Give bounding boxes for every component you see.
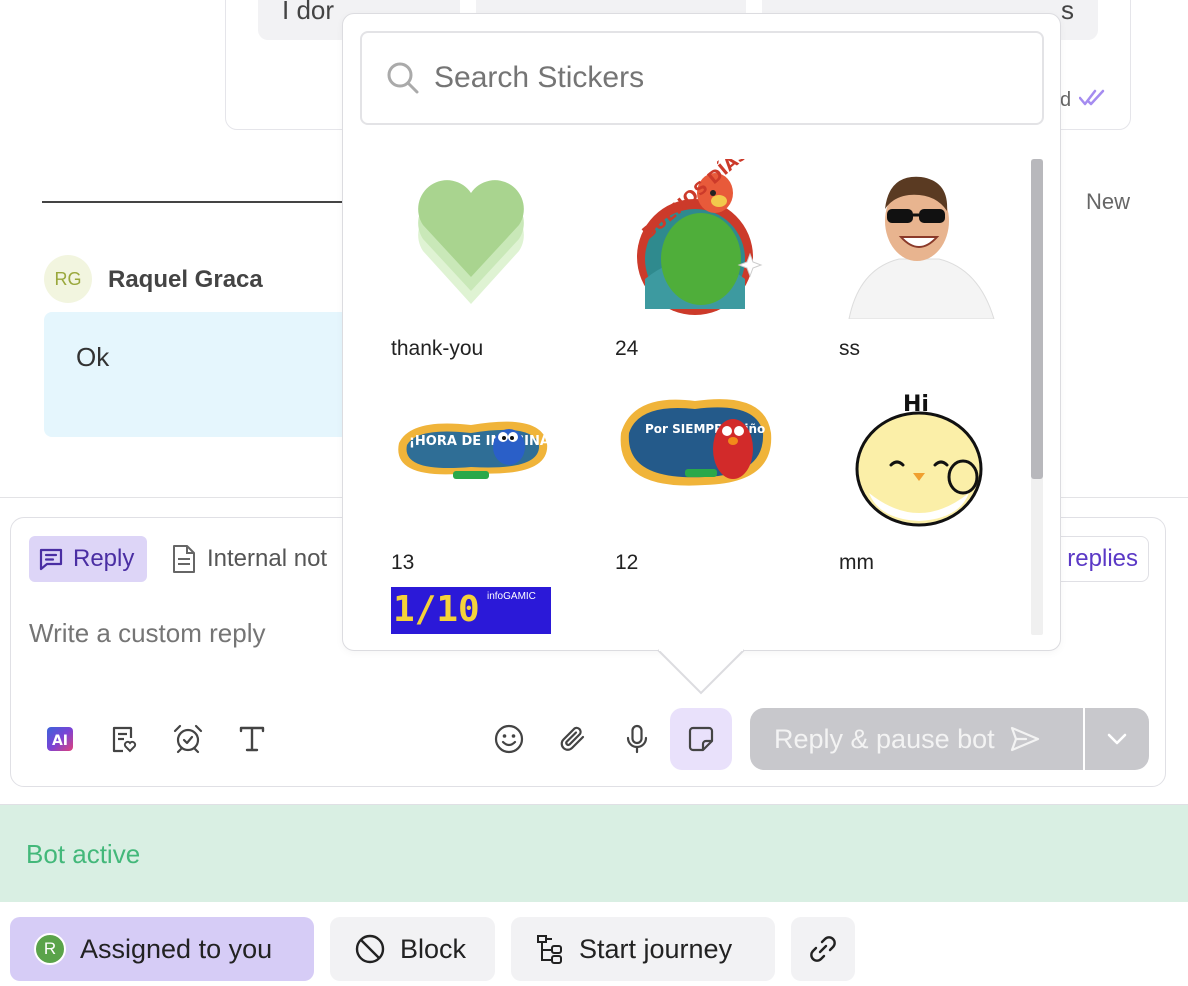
tab-reply-label: Reply bbox=[73, 545, 135, 572]
block-label: Block bbox=[400, 933, 467, 964]
avatar: R bbox=[34, 933, 66, 965]
saved-replies-button[interactable]: replies bbox=[1049, 536, 1149, 582]
sticker-label: 24 bbox=[615, 337, 639, 360]
sticker-art-text: 1/10 bbox=[393, 589, 480, 630]
sticker-label: mm bbox=[839, 551, 874, 574]
block-icon bbox=[355, 934, 385, 964]
tab-reply[interactable]: Reply bbox=[29, 536, 147, 582]
sticker-item-infogamic[interactable]: 1/10 infoGAMIC bbox=[391, 587, 561, 634]
hi-chick-sticker-icon: Hi bbox=[839, 373, 999, 533]
tab-internal-note-label: Internal not bbox=[207, 545, 328, 572]
copy-link-button[interactable] bbox=[791, 917, 855, 981]
block-button[interactable]: Block bbox=[330, 917, 495, 981]
sticker-item-24[interactable]: BUENOS DÍAS 24 bbox=[615, 159, 785, 360]
sticker-search-input[interactable] bbox=[434, 61, 994, 95]
sticker-label: ss bbox=[839, 337, 860, 360]
microphone-icon bbox=[626, 724, 648, 754]
attachment-icon bbox=[560, 726, 585, 751]
por-siempre-nino-sticker-icon: Por SIEMPRE niño bbox=[615, 373, 775, 533]
heart-sticker-icon bbox=[391, 159, 551, 319]
emoji-button[interactable] bbox=[478, 708, 540, 770]
saved-replies-label: replies bbox=[1067, 545, 1138, 572]
sender-name: Raquel Graca bbox=[108, 266, 263, 293]
message-text: Ok bbox=[76, 342, 110, 372]
signature-button[interactable] bbox=[93, 708, 155, 770]
text-format-button[interactable] bbox=[221, 708, 283, 770]
sticker-icon bbox=[688, 726, 714, 752]
ai-button[interactable]: AI bbox=[29, 708, 91, 770]
bot-status-text: Bot active bbox=[26, 839, 141, 869]
tab-internal-note[interactable]: Internal not bbox=[171, 536, 327, 582]
sunglasses-man-sticker-icon bbox=[839, 159, 999, 319]
sticker-item-ss[interactable]: ss bbox=[839, 159, 1009, 360]
new-messages-label: New bbox=[1086, 189, 1131, 214]
sticker-art-text: ¡HORA DE IMAGINAR! bbox=[409, 434, 551, 449]
attachment-button[interactable] bbox=[542, 708, 604, 770]
voice-button[interactable] bbox=[606, 708, 668, 770]
send-icon bbox=[1010, 726, 1039, 752]
send-options-button[interactable] bbox=[1085, 708, 1149, 770]
infogamic-sticker-icon: 1/10 infoGAMIC bbox=[391, 587, 551, 634]
read-status-text: d bbox=[1060, 89, 1072, 111]
sticker-label: thank-you bbox=[391, 337, 484, 360]
assigned-button[interactable]: R Assigned to you bbox=[10, 917, 314, 981]
start-journey-button[interactable]: Start journey bbox=[511, 917, 775, 981]
schedule-button[interactable] bbox=[157, 708, 219, 770]
ai-icon: AI bbox=[47, 727, 73, 751]
chat-bubble-icon bbox=[39, 548, 63, 571]
journey-flow-icon bbox=[537, 935, 562, 964]
chevron-down-icon bbox=[1107, 733, 1127, 745]
sticker-grid: thank-you BUENOS DÍAS 24 ss ¡HORA DE IMA… bbox=[391, 159, 1031, 634]
sticker-item-thank-you[interactable]: thank-you bbox=[391, 159, 561, 360]
bot-status-banner: Bot active bbox=[0, 804, 1188, 902]
sticker-search-box[interactable] bbox=[360, 31, 1044, 125]
assigned-label: Assigned to you bbox=[80, 933, 273, 964]
hora-de-imaginar-sticker-icon: ¡HORA DE IMAGINAR! bbox=[391, 373, 551, 533]
ai-icon-label: AI bbox=[52, 733, 68, 749]
sticker-scrollbar[interactable] bbox=[1031, 159, 1043, 635]
sticker-brand-text: infoGAMIC bbox=[487, 591, 536, 602]
start-journey-label: Start journey bbox=[579, 933, 733, 964]
sticker-picker-popover: thank-you BUENOS DÍAS 24 bbox=[342, 13, 1061, 651]
popover-pointer bbox=[657, 649, 745, 695]
signature-icon bbox=[112, 726, 137, 753]
link-icon bbox=[810, 936, 836, 962]
document-icon bbox=[173, 545, 195, 573]
sticker-label: 13 bbox=[391, 551, 415, 574]
avatar: RG bbox=[44, 255, 92, 303]
sticker-item-13[interactable]: ¡HORA DE IMAGINAR! 13 bbox=[391, 373, 561, 574]
double-check-icon bbox=[1079, 89, 1105, 106]
send-button-label: Reply & pause bot bbox=[774, 723, 995, 754]
message-bubble: Ok bbox=[44, 312, 364, 437]
emoji-icon bbox=[494, 724, 524, 754]
buenos-dias-sticker-icon: BUENOS DÍAS bbox=[615, 159, 775, 319]
sticker-item-12[interactable]: Por SIEMPRE niño 12 bbox=[615, 373, 785, 574]
sticker-item-mm[interactable]: Hi mm bbox=[839, 373, 1009, 574]
alarm-icon bbox=[173, 724, 203, 754]
new-messages-divider bbox=[42, 201, 342, 203]
search-icon bbox=[387, 62, 419, 94]
scrollbar-thumb[interactable] bbox=[1031, 159, 1043, 479]
sticker-button[interactable] bbox=[670, 708, 732, 770]
reply-and-pause-bot-button[interactable]: Reply & pause bot bbox=[750, 708, 1083, 770]
sticker-label: 12 bbox=[615, 551, 639, 574]
text-format-icon bbox=[239, 726, 265, 752]
